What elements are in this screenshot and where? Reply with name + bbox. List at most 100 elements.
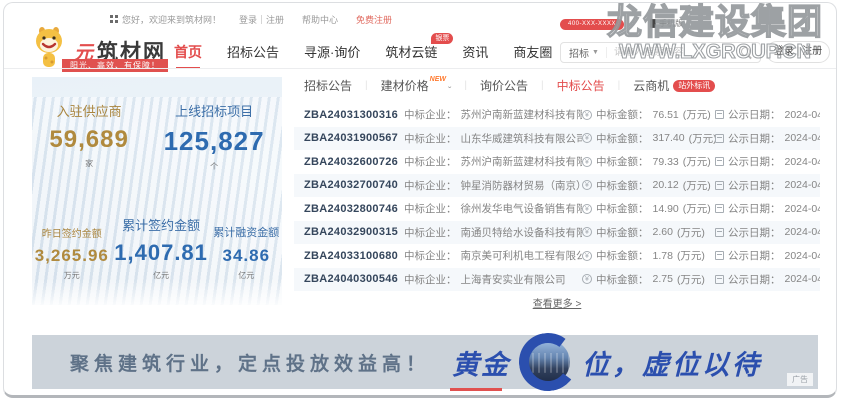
ad-tag: 广告	[787, 373, 813, 386]
bid-company: 中标企业：徐州发华电气设备销售有限公司	[404, 201, 582, 216]
nav-item[interactable]: 筑材云链 银票	[385, 42, 437, 61]
bid-amount: ¥ 中标金额：2.60(万元)	[582, 225, 715, 240]
stat-value: 3,265.96	[35, 246, 109, 266]
tab-label: 中标公告	[557, 77, 605, 94]
bid-date: 公示日期：2024-04-09	[715, 107, 820, 122]
tab[interactable]: 云商机站外标讯	[605, 77, 716, 94]
table-row[interactable]: ZBA24032700740 中标企业：钟星消防器材贸易（南京）有... ¥ 中…	[294, 174, 820, 198]
table-row[interactable]: ZBA24033100680 中标企业：南京美可利机电工程有限公司 ¥ 中标金额…	[294, 244, 820, 268]
stat-total-signed: 累计签约金额 1,407.81 亿元	[114, 215, 208, 281]
stat-value: 1,407.81	[114, 240, 208, 266]
stat-value: 125,827	[164, 126, 265, 157]
yuan-icon: ¥	[582, 157, 592, 167]
bid-company: 中标企业：上海青安实业有限公司	[404, 272, 582, 287]
stat-unit: 万元	[35, 270, 109, 281]
c-ring-icon	[515, 329, 581, 395]
search-icon[interactable]	[741, 47, 752, 58]
bid-company: 中标企业：南京美可利机电工程有限公司	[404, 248, 582, 263]
bid-id: ZBA24032700740	[304, 179, 404, 191]
announcement-tabs: 招标公告 建材价格NEW 询价公告 中标公告 云商机站外标讯	[304, 77, 715, 94]
nav-item[interactable]: 招标公告	[227, 42, 279, 61]
tab[interactable]: 招标公告	[304, 77, 352, 94]
view-more-link[interactable]: 查看更多 >	[533, 295, 582, 310]
tab-label: 询价公告	[480, 77, 528, 94]
table-row[interactable]: ZBA24031300316 中标企业：苏州沪南新蓝建材科技有限公司 ¥ 中标金…	[294, 103, 820, 127]
nav-item[interactable]: 首页	[174, 42, 202, 62]
tab[interactable]: 询价公告	[451, 77, 528, 94]
calendar-icon	[715, 228, 724, 237]
stat-label: 昨日签约金额	[35, 225, 109, 240]
nav-item[interactable]: 寻源·询价	[304, 42, 360, 61]
nav-item[interactable]: 商友圈	[513, 42, 552, 61]
nav-item-label: 寻源·询价	[304, 45, 360, 60]
table-row[interactable]: ZBA24040300546 中标企业：上海青安实业有限公司 ¥ 中标金额：2.…	[294, 268, 820, 292]
header-divider	[4, 68, 836, 69]
yuan-icon: ¥	[582, 251, 592, 261]
bid-company: 中标企业：南通贝特给水设备科技有限公司	[404, 225, 582, 240]
stats-panel: 入驻供应商 59,689 家 上线招标项目 125,827 个 昨日签约金额 3…	[32, 77, 282, 305]
nav-item-label: 资讯	[462, 45, 488, 60]
yuan-icon: ¥	[582, 110, 592, 120]
search-input[interactable]	[614, 47, 741, 58]
tab-label: 云商机	[633, 77, 669, 94]
nav-item-label: 招标公告	[227, 45, 279, 60]
nav-badge: 银票	[431, 33, 453, 44]
divider	[606, 47, 607, 58]
ad-banner[interactable]: 聚焦建筑行业，定点投放效益高！ 黄金 位，虚位以待 广告	[32, 335, 818, 389]
nav-item-label: 商友圈	[513, 45, 552, 60]
bid-id: ZBA24031300316	[304, 109, 404, 121]
stat-unit: 亿元	[213, 270, 279, 281]
logo-tagline: 阳光、高效、有保障！	[62, 59, 168, 72]
page: 您好，欢迎来到筑材网！ 登录｜注册 帮助中心 免费注册 元 筑材网 阳光、高效、…	[3, 2, 837, 398]
table-footer: 查看更多 >	[294, 291, 820, 313]
bid-company: 中标企业：钟星消防器材贸易（南京）有...	[404, 178, 582, 193]
winning-bid-table: ZBA24031300316 中标企业：苏州沪南新蓝建材科技有限公司 ¥ 中标金…	[294, 103, 820, 291]
bid-date: 公示日期：2024-04-09	[715, 178, 820, 193]
topbar-help-link[interactable]: 帮助中心	[302, 13, 338, 26]
banner-c-graphic	[520, 334, 576, 390]
topbar-login-link[interactable]: 登录｜注册	[239, 13, 284, 26]
bid-company: 中标企业：苏州沪南新蓝建材科技有限公司	[404, 154, 582, 169]
mobile-version-link[interactable]: 手机版	[650, 18, 683, 29]
table-row[interactable]: ZBA24031900567 中标企业：山东华威建筑科技有限公司 ¥ 中标金额：…	[294, 127, 820, 151]
search-category-dropdown[interactable]: 招标▼	[569, 45, 599, 60]
banner-rest-text: 位，虚位以待	[582, 343, 762, 382]
bid-id: ZBA24032900315	[304, 226, 404, 238]
bid-date: 公示日期：2024-04-09	[715, 272, 820, 287]
calendar-icon	[715, 110, 724, 119]
nav-item-label: 首页	[174, 44, 202, 60]
yuan-icon: ¥	[582, 180, 592, 190]
bid-company: 中标企业：苏州沪南新蓝建材科技有限公司	[404, 107, 582, 122]
nav-item[interactable]: 资讯	[462, 42, 488, 61]
table-row[interactable]: ZBA24032600726 中标企业：苏州沪南新蓝建材科技有限公司 ¥ 中标金…	[294, 150, 820, 174]
watermark-company: 龙信建设集团	[594, 5, 836, 40]
topbar: 您好，欢迎来到筑材网！ 登录｜注册 帮助中心 免费注册	[110, 13, 392, 26]
tab[interactable]: 中标公告	[528, 77, 605, 94]
banner-slogan: 聚焦建筑行业，定点投放效益高！	[70, 349, 430, 376]
grid-icon	[110, 15, 118, 23]
stat-total-financed: 累计融资金额 34.86 亿元	[213, 224, 279, 281]
bid-company: 中标企业：山东华威建筑科技有限公司	[404, 131, 582, 146]
stat-projects: 上线招标项目 125,827 个	[164, 101, 265, 172]
bid-date: 公示日期：2024-04-09	[715, 225, 820, 240]
search-bar: 招标▼	[560, 42, 761, 63]
bid-id: ZBA24040300546	[304, 273, 404, 285]
stat-unit: 个	[164, 161, 265, 172]
stat-value: 34.86	[213, 246, 279, 266]
calendar-icon	[715, 157, 724, 166]
stat-suppliers: 入驻供应商 59,689 家	[49, 101, 128, 172]
bid-amount: ¥ 中标金额：1.78(万元)	[582, 248, 715, 263]
calendar-icon	[715, 204, 724, 213]
bid-id: ZBA24033100680	[304, 250, 404, 262]
calendar-icon	[715, 134, 724, 143]
table-row[interactable]: ZBA24032900315 中标企业：南通贝特给水设备科技有限公司 ¥ 中标金…	[294, 221, 820, 245]
topbar-register-link[interactable]: 免费注册	[356, 13, 392, 26]
nav-item-label: 筑材云链	[385, 45, 437, 60]
stat-label: 上线招标项目	[164, 101, 265, 120]
login-register-button[interactable]: 登录 | 注册	[766, 41, 830, 63]
stat-yesterday-signed: 昨日签约金额 3,265.96 万元	[35, 225, 109, 281]
tab-label: 招标公告	[304, 77, 352, 94]
tab[interactable]: 建材价格NEW	[352, 77, 451, 94]
bid-amount: ¥ 中标金额：76.51(万元)	[582, 107, 715, 122]
table-row[interactable]: ZBA24032800746 中标企业：徐州发华电气设备销售有限公司 ¥ 中标金…	[294, 197, 820, 221]
